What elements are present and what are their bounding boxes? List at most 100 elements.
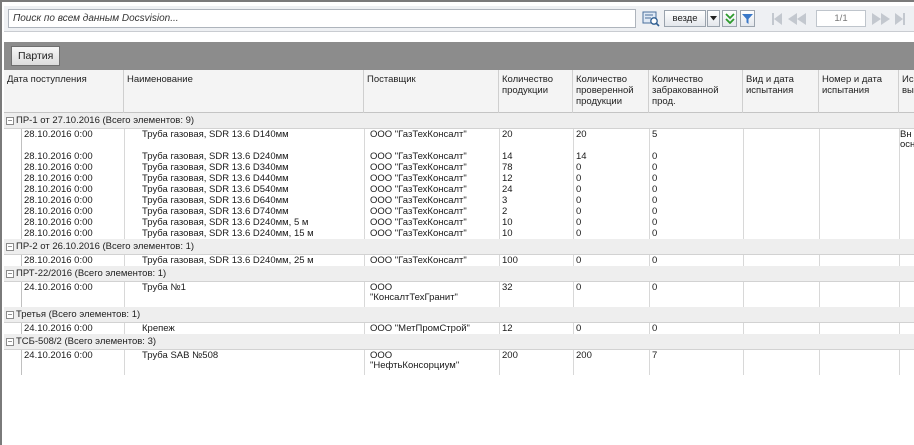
grid-line: [649, 206, 650, 217]
last-page-button[interactable]: [895, 11, 905, 26]
table-row[interactable]: 28.10.2016 0:00 Труба газовая, SDR 13.6 D…: [4, 151, 914, 162]
grid-line: [124, 206, 125, 217]
filter-button[interactable]: [740, 10, 755, 27]
cell-supplier: ООО "ГазТехКонсалт": [370, 256, 467, 266]
cell-rejected: 0: [652, 229, 658, 239]
last-page-icon: [895, 12, 903, 25]
collapse-icon[interactable]: −: [6, 311, 14, 319]
search-input[interactable]: [8, 9, 636, 28]
grid-line: [899, 217, 900, 228]
table-row[interactable]: 28.10.2016 0:00 Труба газовая, SDR 13.6 D…: [4, 195, 914, 206]
group-row[interactable]: − ПР-1 от 27.10.2016 (Всего элементов: 9): [4, 113, 914, 129]
grid-line: [364, 151, 365, 162]
search-scope-select[interactable]: везде: [664, 10, 706, 27]
table-row[interactable]: 28.10.2016 0:00 Труба газовая, SDR 13.6 D…: [4, 129, 914, 151]
search-scope-value: везде: [672, 13, 698, 24]
grid-line: [364, 282, 365, 307]
column-header-checked-quantity[interactable]: Количество проверенной продукции: [573, 70, 649, 113]
table-row[interactable]: 28.10.2016 0:00 Труба газовая, SDR 13.6 D…: [4, 173, 914, 184]
cell-supplier: ООО "ГазТехКонсалт": [370, 229, 467, 239]
table-row[interactable]: 24.10.2016 0:00 Труба №1 ООО "КонсалтТехГр…: [4, 282, 914, 307]
grid-line: [899, 184, 900, 195]
group-row[interactable]: − Третья (Всего элементов: 1): [4, 307, 914, 323]
column-header-test-type-date[interactable]: Вид и дата испытания: [743, 70, 819, 113]
cell-supplier: ООО "ГазТехКонсалт": [370, 174, 467, 184]
grid-line: [743, 206, 744, 217]
group-indent-line: [21, 129, 22, 151]
grid-body: − ПР-1 от 27.10.2016 (Всего элементов: 9)…: [4, 113, 914, 445]
column-header-truncated[interactable]: Ис вы: [899, 70, 914, 113]
cell-checked: 0: [576, 185, 582, 195]
group-by-chip[interactable]: Партия: [11, 46, 61, 66]
grid-line: [124, 151, 125, 162]
cell-rejected: 0: [652, 174, 658, 184]
group-indent-line: [21, 195, 22, 206]
cell-supplier: ООО "ГазТехКонсалт": [370, 130, 467, 140]
table-row[interactable]: 28.10.2016 0:00 Труба газовая, SDR 13.6 D…: [4, 206, 914, 217]
grid-line: [899, 151, 900, 162]
grid-line: [819, 206, 820, 217]
next-page-button[interactable]: [872, 11, 890, 26]
grid-line: [649, 217, 650, 228]
group-indent-line: [21, 151, 22, 162]
scope-dropdown-button[interactable]: [707, 10, 720, 27]
table-row[interactable]: 24.10.2016 0:00 Крепеж ООО "МетПромСтрой" 1…: [4, 323, 914, 334]
table-row[interactable]: 28.10.2016 0:00 Труба газовая, SDR 13.6 D…: [4, 228, 914, 239]
cell-name: Труба газовая, SDR 13.6 D240мм: [142, 152, 289, 162]
cell-qty: 20: [502, 130, 513, 140]
prev-page-button[interactable]: [788, 11, 806, 26]
table-row[interactable]: 24.10.2016 0:00 Труба SAB №508 ООО "НефтьК…: [4, 350, 914, 375]
first-page-button[interactable]: [772, 11, 782, 26]
grid-line: [743, 350, 744, 375]
grid-line: [899, 228, 900, 239]
column-header-date[interactable]: Дата поступления: [4, 70, 124, 113]
cell-date: 28.10.2016 0:00: [24, 218, 93, 228]
table-row[interactable]: 28.10.2016 0:00 Труба газовая, SDR 13.6 D…: [4, 255, 914, 266]
collapse-icon[interactable]: −: [6, 338, 14, 346]
cell-name: Труба газовая, SDR 13.6 D240мм, 5 м: [142, 218, 309, 228]
group-indent-line: [21, 162, 22, 173]
grid-line: [819, 184, 820, 195]
grid-line: [819, 255, 820, 266]
grid-line: [743, 255, 744, 266]
group-row[interactable]: − ПРТ-22/2016 (Всего элементов: 1): [4, 266, 914, 282]
cell-extra: Вн осн: [900, 130, 914, 150]
advanced-search-icon[interactable]: [642, 10, 660, 27]
table-row[interactable]: 28.10.2016 0:00 Труба газовая, SDR 13.6 D…: [4, 217, 914, 228]
page-indicator[interactable]: 1/1: [816, 10, 866, 27]
cell-qty: 3: [502, 196, 508, 206]
grid-line: [573, 255, 574, 266]
table-row[interactable]: 28.10.2016 0:00 Труба газовая, SDR 13.6 D…: [4, 184, 914, 195]
column-header-quantity[interactable]: Количество продукции: [499, 70, 573, 113]
grid-line: [743, 129, 744, 151]
column-header-rejected-quantity[interactable]: Количество забракованной прод.: [649, 70, 743, 113]
grid-line: [124, 282, 125, 307]
column-header-name[interactable]: Наименование: [124, 70, 364, 113]
cell-checked: 0: [576, 324, 582, 334]
group-row[interactable]: − ПР-2 от 26.10.2016 (Всего элементов: 1): [4, 239, 914, 255]
grid-line: [819, 350, 820, 375]
cell-rejected: 0: [652, 163, 658, 173]
grid-line: [743, 173, 744, 184]
column-header-supplier[interactable]: Поставщик: [364, 70, 499, 113]
collapse-icon[interactable]: −: [6, 117, 14, 125]
grid-line: [649, 184, 650, 195]
collapse-icon[interactable]: −: [6, 243, 14, 251]
search-options-button[interactable]: [722, 10, 737, 27]
cell-name: Труба газовая, SDR 13.6 D340мм: [142, 163, 289, 173]
column-header-test-number-date[interactable]: Номер и дата испытания: [819, 70, 899, 113]
cell-name: Труба газовая, SDR 13.6 D240мм, 15 м: [142, 229, 314, 239]
grid-line: [649, 151, 650, 162]
grid-line: [899, 350, 900, 375]
cell-rejected: 0: [652, 256, 658, 266]
group-row[interactable]: − ТСБ-508/2 (Всего элементов: 3): [4, 334, 914, 350]
cell-checked: 0: [576, 174, 582, 184]
cell-checked: 0: [576, 207, 582, 217]
table-row[interactable]: 28.10.2016 0:00 Труба газовая, SDR 13.6 D…: [4, 162, 914, 173]
group-title: ПР-1 от 27.10.2016 (Всего элементов: 9): [16, 115, 195, 126]
docsvision-window: везде 1/1: [0, 0, 914, 445]
cell-name: Крепеж: [142, 324, 175, 334]
collapse-icon[interactable]: −: [6, 270, 14, 278]
grid-line: [743, 195, 744, 206]
grid-line: [743, 151, 744, 162]
